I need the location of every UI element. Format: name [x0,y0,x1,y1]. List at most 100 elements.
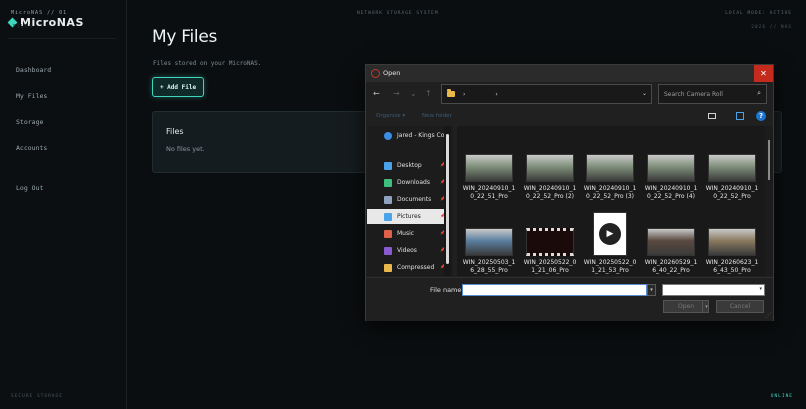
documents-icon [384,195,392,204]
nav-pane-item[interactable]: Music 📌 [367,226,447,241]
sidebar-item-dashboard[interactable]: Dashboard [16,66,51,74]
view-options-icon[interactable] [708,113,716,119]
videos-icon [384,246,392,255]
nav-pane-label: Videos [397,247,417,254]
address-bar[interactable]: › › ⌄ [441,84,652,104]
browser-app-icon [371,69,380,78]
file-item[interactable]: WIN_20250522_01_21_06_Pro [522,228,578,275]
pictures-icon [384,212,392,221]
file-scrollbar[interactable] [765,126,773,276]
page-title: My Files [152,27,218,47]
onedrive-icon [384,131,392,140]
photo-thumbnail [586,154,634,182]
files-empty-message: No files yet. [166,145,205,153]
desktop-icon [384,161,392,170]
nav-pane-item[interactable]: Pictures 📌 [367,209,447,224]
resize-grip-icon[interactable]: ⋰ [765,312,771,319]
navigation-scrollbar[interactable] [444,126,451,276]
file-name: WIN_20250522_01_21_06_Pro [523,259,577,274]
file-item[interactable]: WIN_20240910_10_22_52_Pro (2) [522,154,578,201]
file-name: WIN_20250503_16_28_55_Pro [462,259,516,274]
header-center-label: NETWORK STORAGE SYSTEM [357,11,439,16]
new-folder-button[interactable]: New folder [422,113,452,119]
header-sub: 2026 // NAS [751,25,792,30]
nav-pane-item[interactable]: Videos 📌 [367,243,447,258]
navigation-pane: Jared - Kings Co Desktop 📌 Downloads 📌 Docume… [367,126,453,276]
downloads-icon [384,178,392,187]
file-item[interactable]: WIN_20250503_16_28_55_Pro [461,228,517,275]
file-item[interactable]: WIN_20240910_10_22_51_Pro [461,154,517,201]
dialog-bottom-bar: File name: ▾ ▾ Open ▾ Cancel ⋰ [366,277,773,321]
dialog-title: Open [383,69,401,77]
sidebar-footer: SECURE STORAGE [11,394,63,399]
file-name: WIN_20240910_10_22_52_Pro (2) [523,185,577,200]
nav-pane-label: Downloads [397,179,430,186]
address-dropdown-icon[interactable]: ⌄ [642,90,647,97]
photo-thumbnail [465,154,513,182]
nav-pane-item[interactable]: Jared - Kings Co [367,128,447,143]
file-name-label: File name: [430,286,464,294]
help-icon[interactable]: ? [756,111,766,121]
sidebar-item-log-out[interactable]: Log Out [16,184,43,192]
dialog-toolbar: Organize ▾ New folder ? [366,109,773,125]
scrollbar-thumb[interactable] [768,140,770,180]
chevron-down-icon: ▾ [759,286,762,292]
page-subtitle: Files stored on your MicroNAS. [153,60,262,67]
file-item[interactable]: WIN_20260623_16_43_50_Pro [704,228,760,275]
file-name-dropdown[interactable]: ▾ [647,284,656,296]
sidebar-item-my-files[interactable]: My Files [16,92,47,100]
file-name: WIN_20240910_10_22_51_Pro [462,185,516,200]
header-mode-status: LOCAL MODE: ACTIVE [725,11,792,16]
file-item[interactable]: WIN_20260529_16_40_22_Pro [643,228,699,275]
music-icon [384,229,392,238]
files-heading: Files [166,127,184,136]
file-name: WIN_20240910_10_22_52_Pro (3) [583,185,637,200]
nav-pane-label: Jared - Kings Co [397,132,445,139]
nav-pane-item[interactable]: Desktop 📌 [367,158,447,173]
recent-locations-button[interactable]: ⌄ [410,89,417,98]
sidebar-item-storage[interactable]: Storage [16,118,43,126]
dialog-titlebar[interactable]: Open ✕ [366,65,773,82]
file-name: WIN_20250522_01_21_53_Pro [583,259,637,274]
nav-pane-item[interactable]: Documents 📌 [367,192,447,207]
file-item[interactable]: WIN_20240910_10_22_52_Pro (3) [582,154,638,201]
file-type-select[interactable]: ▾ [662,284,765,296]
scrollbar-thumb[interactable] [446,134,449,264]
forward-button[interactable]: → [393,89,400,98]
video-thumbnail [526,228,574,256]
media-file-icon: ▶ [593,212,627,256]
file-name: WIN_20260623_16_43_50_Pro [705,259,759,274]
sidebar-item-accounts[interactable]: Accounts [16,144,47,152]
cancel-button[interactable]: Cancel [716,300,764,313]
file-item[interactable]: WIN_20240910_10_22_52_Pro [704,154,760,201]
nav-pane-item[interactable]: Downloads 📌 [367,175,447,190]
preview-pane-icon[interactable] [736,112,744,120]
add-file-button[interactable]: + Add File [152,77,204,97]
search-icon: ⌕ [757,89,761,97]
sidebar-divider [8,38,116,39]
file-item[interactable]: ▶ WIN_20250522_01_21_53_Pro [582,212,638,275]
back-button[interactable]: ← [373,89,380,98]
file-name-input[interactable] [462,284,647,296]
nav-pane-label: Pictures [397,213,421,220]
nav-pane-label: Compressed [397,264,435,271]
breadcrumb-separator: › [495,90,498,98]
search-input[interactable]: Search Camera Roll ⌕ [658,84,767,104]
organize-menu[interactable]: Organize ▾ [376,113,405,119]
breadcrumb-separator: › [463,90,466,98]
close-button[interactable]: ✕ [754,65,773,82]
nav-pane-label: Desktop [397,162,422,169]
folder-icon [447,89,455,97]
file-name: WIN_20240910_10_22_52_Pro [705,185,759,200]
nav-pane-item[interactable]: Compressed 📌 [367,260,447,275]
sidebar: MicroNAS // 01 MicroNAS FILES Dashboard … [0,0,127,409]
folder-icon [384,263,392,272]
open-options-dropdown[interactable]: ▾ [702,300,710,313]
nav-pane-label: Documents [397,196,432,203]
file-item[interactable]: WIN_20240910_10_22_52_Pro (4) [643,154,699,201]
photo-thumbnail [647,228,695,256]
open-file-dialog: Open ✕ ← → ⌄ ↑ › › ⌄ Search Camera Roll … [365,64,774,321]
photo-thumbnail [647,154,695,182]
up-button[interactable]: ↑ [425,89,432,98]
search-placeholder: Search Camera Roll [664,91,723,98]
